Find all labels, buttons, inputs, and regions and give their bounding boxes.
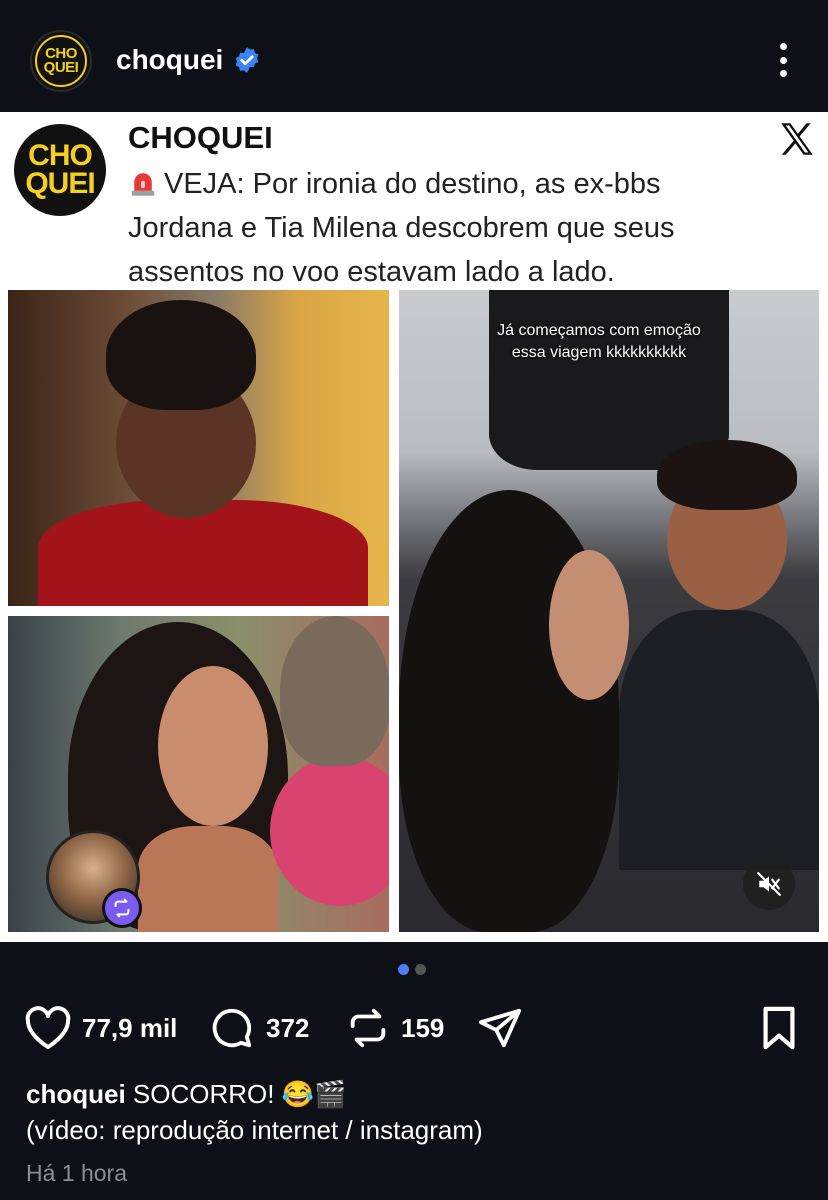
carousel-dot[interactable] [415,964,426,975]
figure-shirt [38,500,368,606]
post-source-logo: CHO QUEI [14,124,106,216]
logo-line-2: QUEI [43,59,79,76]
bookmark-icon [763,1006,795,1050]
post-logo-line-2: QUEI [25,167,95,200]
comment-count: 372 [266,1012,310,1043]
post-image[interactable]: CHO QUEI CHOQUEI VEJA: Por ironia do des… [0,112,828,942]
repost-count: 159 [401,1012,445,1043]
post-caption: choquei SOCORRO! 😂🎬 (vídeo: reprodução i… [26,1076,806,1148]
like-count: 77,9 mil [82,1012,178,1043]
share-button[interactable] [476,1000,524,1056]
caption-username[interactable]: choquei [26,1079,126,1109]
figure-hair [106,300,256,410]
repost-badge [102,888,142,928]
woman-left-face [549,550,629,700]
carousel-dot-active[interactable] [398,964,409,975]
post-headline-text: VEJA: Por ironia do destino, as ex-bbs J… [128,168,675,288]
more-options-button[interactable] [770,40,796,80]
post-header: CHO QUEI choquei [0,0,828,112]
woman-right-shirt [619,610,819,870]
siren-icon [131,173,155,196]
caption-text: SOCORRO! 😂🎬 [132,1079,347,1109]
more-dot [779,70,787,77]
send-icon [478,1008,522,1048]
repost-icon [114,898,130,918]
bear-plush [280,616,389,766]
repost-action-icon [350,1008,386,1048]
repost-button[interactable]: 159 [345,1000,444,1056]
standing-person [489,290,729,470]
woman-right-hair [657,440,797,510]
username[interactable]: choquei [116,44,223,76]
figure-face [158,666,268,826]
caption-line-2: (vídeo: reprodução internet / instagram) [26,1115,483,1145]
comment-icon [212,1008,252,1048]
comment-button[interactable]: 372 [208,1000,309,1056]
post-logo-line-1: CHO [28,139,93,172]
like-button[interactable]: 77,9 mil [24,1000,177,1056]
heart-icon [25,1006,71,1049]
video-overlay-text: Já começamos com emoção essa viagem kkkk… [497,322,701,361]
muted-speaker-icon [757,872,781,896]
mute-button[interactable] [743,858,795,910]
profile-avatar[interactable]: CHO QUEI [30,30,92,92]
x-logo-icon [781,123,813,155]
bookmark-button[interactable] [758,1000,800,1056]
action-bar: 77,9 mil 372 159 [0,1000,828,1056]
post-source-title: CHOQUEI [128,120,273,155]
carousel-indicator [398,964,426,975]
verified-badge-icon [235,47,259,73]
more-dot [779,43,787,50]
choquei-logo: CHO QUEI [35,35,87,87]
video-right[interactable]: Já começamos com emoção essa viagem kkkk… [399,290,819,932]
photo-top-left [8,290,389,606]
post-headline: VEJA: Por ironia do destino, as ex-bbs J… [128,162,768,294]
post-timestamp: Há 1 hora [26,1160,128,1186]
more-dot [779,56,787,64]
figure-shoulder [138,826,278,932]
